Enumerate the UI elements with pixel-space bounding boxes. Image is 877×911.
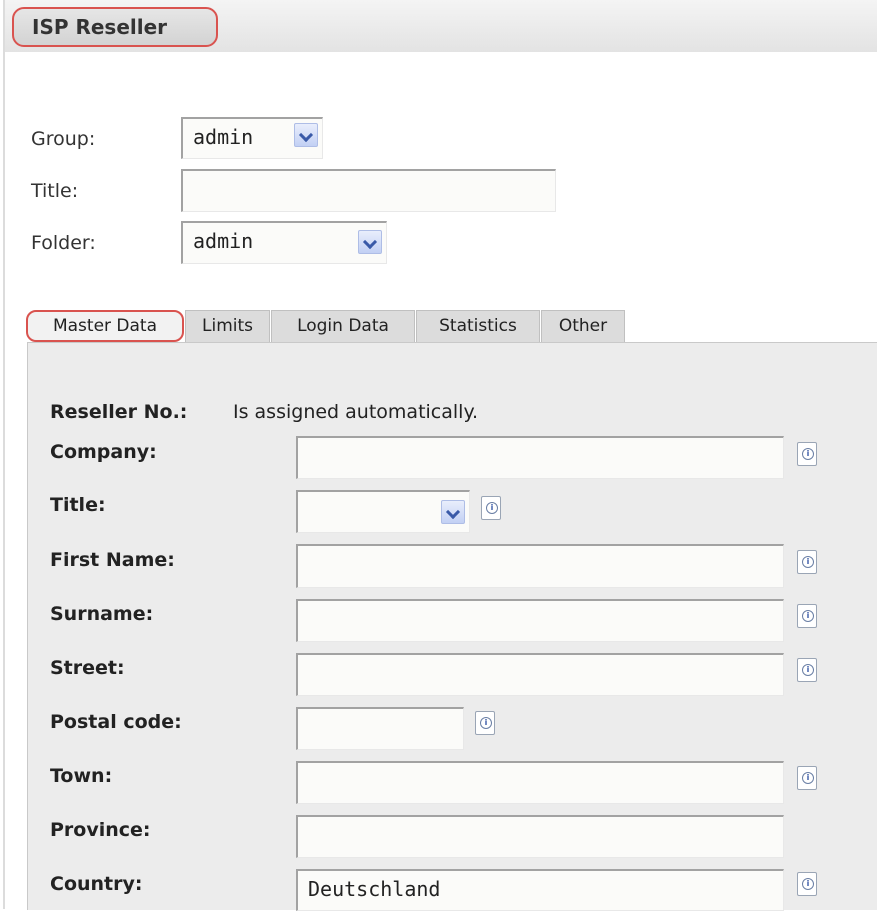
province-input[interactable] [296,815,784,858]
info-icon[interactable] [481,496,501,520]
group-select[interactable]: admin [181,117,323,159]
info-icon[interactable] [475,711,495,735]
reseller-no-value: Is assigned automatically. [233,401,479,423]
master-data-panel: Reseller No.: Is assigned automatically.… [27,342,877,911]
title-input[interactable] [181,169,556,212]
chevron-down-icon[interactable] [358,230,382,254]
title-bar: ISP Reseller [5,0,877,52]
info-icon[interactable] [797,766,817,790]
tab-limits[interactable]: Limits [185,310,270,342]
country-input-value: Deutschland [308,877,441,901]
company-input[interactable] [296,436,784,479]
info-icon[interactable] [797,550,817,574]
title-select[interactable] [296,490,470,533]
surname-input[interactable] [296,599,784,642]
town-input[interactable] [296,761,784,804]
company-label: Company: [50,441,157,463]
info-icon[interactable] [797,442,817,466]
window-frame [3,0,5,909]
group-label: Group: [31,128,96,150]
street-input[interactable] [296,653,784,696]
page-title: ISP Reseller [12,7,218,47]
first-name-label: First Name: [50,549,175,571]
country-label: Country: [50,873,143,895]
tab-login-data[interactable]: Login Data [271,310,415,342]
postal-code-input[interactable] [296,707,464,750]
group-select-value: admin [193,125,254,149]
chevron-down-icon[interactable] [294,123,318,147]
town-label: Town: [50,765,113,787]
chevron-down-icon[interactable] [441,500,465,524]
tab-statistics[interactable]: Statistics [416,310,540,342]
folder-label: Folder: [31,232,96,254]
folder-select-value: admin [193,229,254,253]
street-label: Street: [50,657,125,679]
folder-select[interactable]: admin [181,221,387,264]
first-name-input[interactable] [296,544,784,588]
country-input[interactable]: Deutschland [296,869,784,911]
tab-master-data[interactable]: Master Data [26,310,184,342]
postal-code-label: Postal code: [50,711,182,733]
province-label: Province: [50,819,151,841]
surname-label: Surname: [50,603,154,625]
title-label: Title: [31,180,79,202]
reseller-no-label: Reseller No.: [50,401,188,423]
info-icon[interactable] [797,658,817,682]
info-icon[interactable] [797,872,817,896]
title-field-label: Title: [50,494,106,516]
info-icon[interactable] [797,604,817,628]
tab-other[interactable]: Other [541,310,625,342]
